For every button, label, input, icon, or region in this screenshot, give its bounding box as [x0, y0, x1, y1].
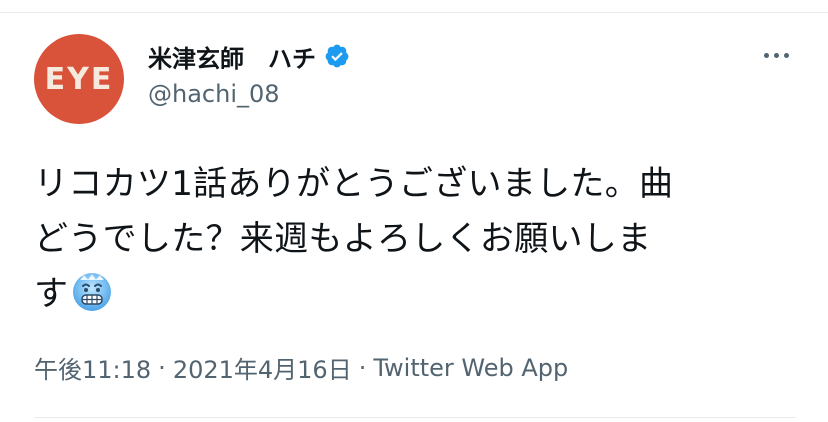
tweet-line-3-text: す: [34, 274, 69, 314]
avatar[interactable]: EYE: [34, 34, 124, 124]
author-name-row[interactable]: 米津玄師 ハチ: [148, 38, 350, 74]
author-name[interactable]: 米津玄師 ハチ: [148, 39, 316, 74]
tweet-time[interactable]: 午後11:18: [34, 350, 151, 385]
meta-separator: ·: [158, 353, 166, 382]
tweet-line-1: リコカツ1話ありがとうございました。曲: [34, 164, 674, 204]
tweet-line-2: どうでした？来週もよろしくお願いしま: [34, 219, 652, 259]
verified-badge-icon: [324, 43, 350, 69]
tweet-source[interactable]: Twitter Web App: [373, 354, 568, 382]
cold-face-emoji-icon: [70, 269, 114, 313]
tweet-text: リコカツ1話ありがとうございました。曲 どうでした？来週もよろしくお願いしま す: [34, 157, 804, 322]
bottom-divider: [34, 417, 796, 418]
author-handle[interactable]: @hachi_08: [148, 80, 280, 108]
tweet-date[interactable]: 2021年4月16日: [173, 350, 352, 385]
more-horizontal-icon[interactable]: [764, 50, 794, 60]
top-divider: [0, 12, 828, 13]
more-dot: [774, 52, 779, 58]
meta-separator: ·: [358, 353, 367, 382]
avatar-text: EYE: [44, 61, 114, 97]
more-dot: [784, 52, 789, 58]
tweet-line-3: す: [34, 267, 804, 322]
more-dot: [764, 52, 769, 58]
tweet-meta: 午後11:18 · 2021年4月16日 · Twitter Web App: [34, 350, 568, 385]
